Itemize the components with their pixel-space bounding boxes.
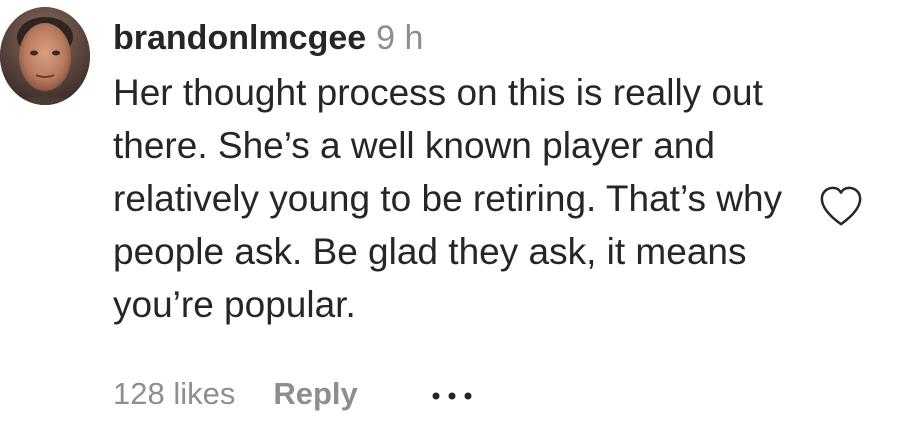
reply-button[interactable]: Reply	[273, 369, 357, 419]
more-options-icon[interactable]	[428, 379, 478, 409]
heart-outline-icon[interactable]	[818, 184, 864, 228]
avatar[interactable]	[0, 7, 90, 105]
comment-text: Her thought process on this is really ou…	[113, 72, 783, 325]
comment-footer: 128 likes Reply	[113, 367, 478, 419]
timestamp[interactable]: 9 h	[376, 19, 423, 57]
comment-item: brandonlmcgee 9 h Her thought process on …	[0, 0, 900, 434]
username-link[interactable]: brandonlmcgee	[113, 19, 366, 57]
avatar-image	[0, 7, 90, 105]
likes-count[interactable]: 128 likes	[113, 369, 235, 419]
comment-header: brandonlmcgee 9 h	[113, 10, 813, 66]
comment-body: brandonlmcgee 9 h Her thought process on …	[113, 10, 813, 331]
